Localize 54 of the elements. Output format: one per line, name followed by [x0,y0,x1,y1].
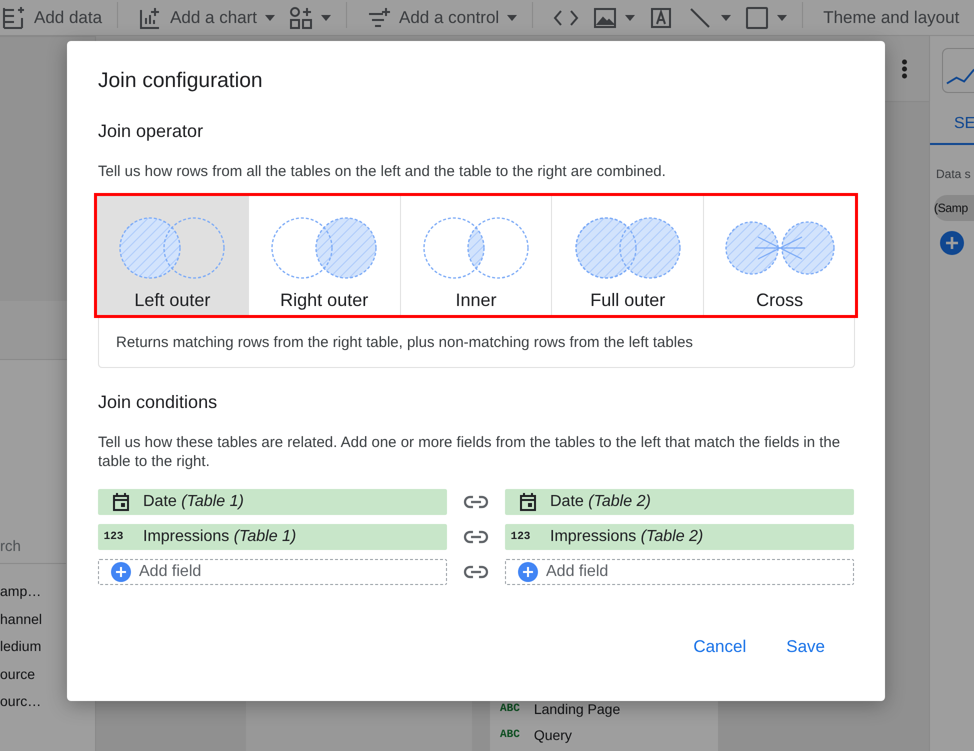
add-icon [111,562,131,582]
caret-icon [507,14,518,20]
shapes-icon [289,6,314,30]
field-name[interactable]: ourc… [0,693,42,709]
toolbar-icon-button[interactable] [591,6,638,30]
toolbar-button[interactable]: Theme and layout [821,8,962,28]
field-chip[interactable]: Date (Table 1) [98,489,447,515]
add-field-button[interactable]: Add field [505,559,854,585]
section-hint: Tell us how rows from all the tables on the left and the table to the right are combined. [98,162,667,181]
caret-icon [321,14,332,20]
number-type-icon: 123 [104,531,124,543]
link-icon [463,530,489,544]
dimension-name[interactable]: Query [534,727,572,743]
field-chip[interactable]: 123 Impressions (Table 2) [505,524,854,550]
rectangle-icon [745,6,770,30]
field-name[interactable]: hannel [0,610,42,626]
text-type-icon: ABC [500,703,520,715]
field-name[interactable]: ledium [0,638,42,654]
dialog-title: Join configuration [98,69,264,93]
join-description: Returns matching rows from the right table, plus non-matching rows from the left tables [98,318,855,368]
more-icon[interactable] [902,58,907,78]
data-source-chip[interactable]: (Samp [934,195,974,221]
add-field-button[interactable]: Add field [98,559,447,585]
data-source-label: Data s [936,167,972,181]
calendar-icon [520,493,536,511]
field-name[interactable]: amp… [0,583,42,599]
dialog-button[interactable]: Save [776,631,835,663]
field-name[interactable]: ource [0,666,36,682]
field-chip[interactable]: Date (Table 2) [505,489,854,515]
caret-icon [625,14,636,20]
field-chip[interactable]: 123 Impressions (Table 1) [98,524,447,550]
link-icon [463,565,489,579]
toolbar-button[interactable]: Add a chart [136,6,278,30]
text-type-icon: ABC [500,729,520,741]
caret-icon [721,14,732,20]
code-icon [553,8,580,28]
filter-control-icon [367,6,392,30]
dimension-name[interactable]: Landing Page [534,701,620,717]
join-type-option[interactable]: Left outer [97,196,249,315]
join-type-option[interactable]: Inner [400,196,552,315]
add-icon [518,562,538,582]
section-heading: Join conditions [98,392,218,413]
number-type-icon: 123 [510,531,530,543]
add-icon[interactable] [940,231,964,255]
caret-icon [777,14,788,20]
caret-icon [265,14,276,20]
section-hint: Tell us how these tables are related. Add one or more fields from the tables to the left that match the fields in the table to the right. [98,433,842,471]
section-heading: Join operator [98,121,204,142]
calendar-icon [112,493,128,511]
text-box-icon [649,6,674,30]
link-icon [463,495,489,509]
add-data-icon [2,6,26,30]
dialog-button[interactable]: Cancel [683,631,756,663]
image-icon [593,6,618,30]
